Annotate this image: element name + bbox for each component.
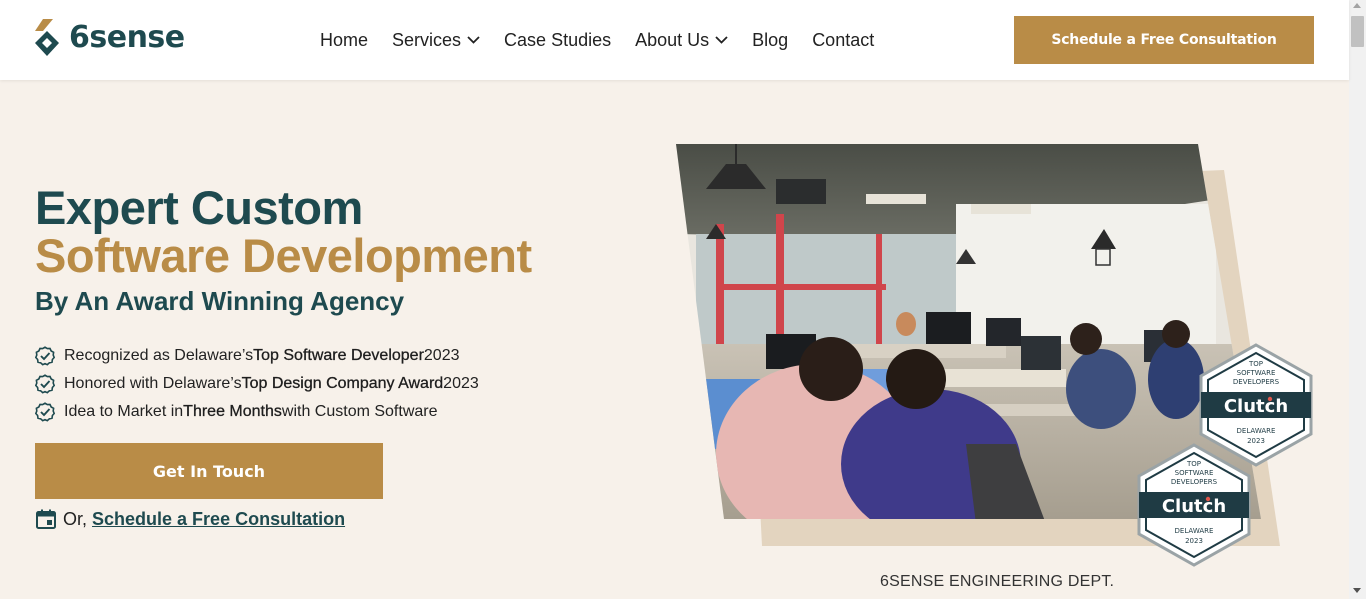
- feature-list: Recognized as Delaware’s Top Software De…: [35, 342, 479, 426]
- hero-image-block: TOP SOFTWARE DEVELOPERS Clutch DELAWARE …: [676, 144, 1316, 594]
- scroll-up-arrow-icon[interactable]: [1353, 3, 1361, 8]
- calendar-icon: [36, 509, 56, 529]
- schedule-consultation-button[interactable]: Schedule a Free Consultation: [1014, 16, 1314, 64]
- feature-item: Honored with Delaware’s Top Design Compa…: [35, 370, 479, 398]
- feature-text-bold: Three Months: [183, 403, 282, 420]
- scroll-down-arrow-icon[interactable]: [1353, 588, 1361, 593]
- feature-text-pre: Idea to Market in: [64, 403, 184, 420]
- nav-item-label: About Us: [635, 30, 710, 50]
- nav-item-contact[interactable]: Contact: [812, 28, 874, 52]
- badge-top-text: SOFTWARE: [1175, 469, 1214, 477]
- feature-text-pre: Recognized as Delaware’s: [64, 347, 254, 364]
- schedule-prefix: Or,: [63, 508, 88, 529]
- nav-item-label: Services: [392, 30, 462, 50]
- schedule-line: Or, Schedule a Free Consultation: [35, 508, 345, 530]
- feature-text-bold: Top Design Company Award: [241, 375, 444, 392]
- nav-item-blog[interactable]: Blog: [752, 28, 788, 52]
- badge-brand-dot: [1267, 396, 1273, 402]
- feature-text-post: with Custom Software: [281, 403, 438, 420]
- badge-top-text: TOP: [1248, 360, 1263, 368]
- chevron-down-icon: [715, 36, 728, 44]
- badge-check-icon: [35, 402, 55, 422]
- badge-brand: Clutch: [1224, 396, 1288, 417]
- main-nav: Home Services Case Studies About Us Blog…: [320, 28, 898, 52]
- page-scrollbar[interactable]: [1349, 0, 1366, 599]
- badge-year: 2023: [1185, 537, 1203, 545]
- badge-top-text: TOP: [1186, 460, 1201, 468]
- badge-brand-dot: [1205, 496, 1211, 502]
- hero-title-line2: Software Development: [35, 229, 532, 282]
- badge-top-text: DEVELOPERS: [1171, 478, 1218, 486]
- logo-text: 6sense: [69, 20, 185, 55]
- nav-item-label: Home: [320, 30, 369, 50]
- logo-mark-icon: [35, 19, 59, 56]
- nav-item-label: Contact: [812, 30, 875, 50]
- chevron-down-icon: [467, 36, 480, 44]
- get-in-touch-button[interactable]: Get In Touch: [35, 443, 383, 499]
- feature-text-post: 2023: [443, 375, 479, 392]
- hero-title-line1: Expert Custom: [35, 181, 363, 234]
- scroll-thumb[interactable]: [1351, 16, 1364, 47]
- site-header: 6sense Home Services Case Studies About …: [0, 0, 1349, 80]
- feature-text-bold: Top Software Developer: [253, 347, 424, 364]
- badge-top-text: DEVELOPERS: [1233, 378, 1280, 386]
- badge-region: DELAWARE: [1237, 427, 1276, 435]
- clutch-badge: TOP SOFTWARE DEVELOPERS Clutch DELAWARE …: [1137, 443, 1251, 567]
- logo[interactable]: 6sense: [35, 19, 185, 56]
- nav-item-label: Case Studies: [504, 30, 612, 50]
- feature-item: Recognized as Delaware’s Top Software De…: [35, 342, 479, 370]
- hero-subtitle: By An Award Winning Agency: [35, 286, 405, 316]
- feature-text-pre: Honored with Delaware’s: [64, 375, 242, 392]
- badge-brand: Clutch: [1162, 496, 1226, 517]
- nav-item-label: Blog: [752, 30, 789, 50]
- badge-check-icon: [35, 346, 55, 366]
- image-caption: 6SENSE ENGINEERING DEPT.: [880, 573, 1115, 590]
- badge-top-text: SOFTWARE: [1237, 369, 1276, 377]
- feature-text-post: 2023: [423, 347, 460, 364]
- nav-item-services[interactable]: Services: [392, 28, 480, 52]
- schedule-consultation-link[interactable]: Schedule a Free Consultation: [92, 509, 345, 530]
- nav-item-home[interactable]: Home: [320, 28, 368, 52]
- nav-item-about-us[interactable]: About Us: [635, 28, 728, 52]
- badge-check-icon: [35, 374, 55, 394]
- nav-item-case-studies[interactable]: Case Studies: [504, 28, 611, 52]
- feature-item: Idea to Market in Three Months with Cust…: [35, 398, 479, 426]
- badge-region: DELAWARE: [1175, 527, 1214, 535]
